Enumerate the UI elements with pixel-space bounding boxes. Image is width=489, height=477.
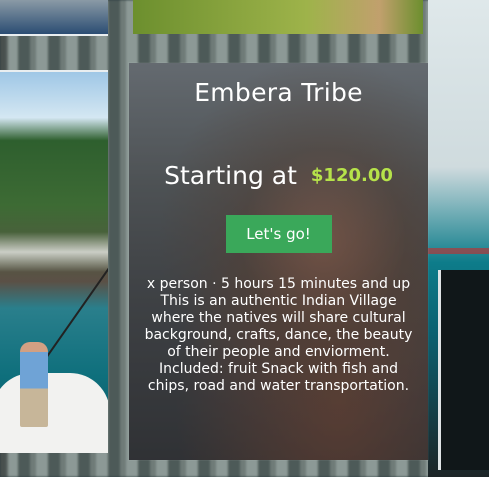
boat-rail <box>438 270 489 470</box>
gallery-tile-boat-interior <box>428 0 489 477</box>
fishing-rod <box>42 263 108 364</box>
boat-deck <box>0 373 108 453</box>
gallery-tile-fishing[interactable] <box>0 70 108 453</box>
gallery-tile-top-left[interactable] <box>0 0 108 36</box>
price-amount: $120.00 <box>310 165 393 186</box>
tour-card: Embera Tribe Starting at $120.00 Let's go… <box>129 63 428 460</box>
lets-go-button[interactable]: Let's go! <box>225 215 332 253</box>
tour-description: This is an authentic Indian Village wher… <box>144 293 413 394</box>
tour-details: x person · 5 hours 15 minutes and up Thi… <box>137 276 420 395</box>
fisherman <box>20 342 48 427</box>
boat-stripe <box>428 248 489 254</box>
price-row: Starting at $120.00 <box>129 161 428 190</box>
tour-meta: x person · 5 hours 15 minutes and up <box>146 276 411 292</box>
gallery-tile-top-middle[interactable] <box>133 0 423 34</box>
wave-surf <box>0 232 108 272</box>
price-lead: Starting at <box>164 161 297 190</box>
tour-title: Embera Tribe <box>194 78 363 107</box>
